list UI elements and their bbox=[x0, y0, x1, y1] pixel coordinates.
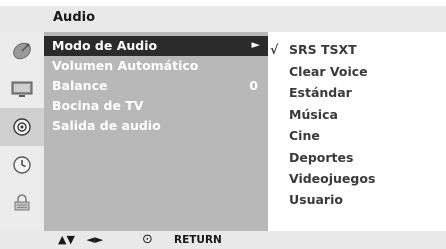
lock-option-icon bbox=[14, 194, 30, 211]
option-label: Estándar bbox=[289, 85, 352, 100]
navigation-arrows: ▲▼ ◄► bbox=[58, 233, 103, 246]
option-label: Usuario bbox=[289, 192, 343, 207]
option-clear-voice[interactable]: Clear Voice bbox=[268, 62, 446, 82]
sidebar-item-option[interactable] bbox=[0, 184, 44, 222]
tv-picture-icon bbox=[11, 81, 33, 97]
osd-screen: Audio Modo de Audio ► Volumen Automático… bbox=[0, 0, 446, 249]
option-estandar[interactable]: Estándar bbox=[268, 83, 446, 103]
option-label: SRS TSXT bbox=[289, 42, 357, 57]
option-srs-tsxt[interactable]: √ SRS TSXT bbox=[268, 40, 446, 60]
option-cine[interactable]: Cine bbox=[268, 126, 446, 146]
sidebar-item-time[interactable] bbox=[0, 146, 44, 184]
speaker-audio-icon bbox=[13, 118, 31, 136]
option-deportes[interactable]: Deportes bbox=[268, 148, 446, 168]
menu-item-label: Volumen Automático bbox=[52, 58, 199, 73]
menu-item-volumen-automatico[interactable]: Volumen Automático bbox=[44, 56, 268, 76]
audio-mode-options-panel: √ SRS TSXT Clear Voice Estándar Música C… bbox=[268, 32, 446, 231]
up-down-arrows-icon: ▲▼ bbox=[58, 233, 75, 246]
option-label: Deportes bbox=[289, 150, 354, 165]
menu-item-salida-de-audio[interactable]: Salida de audio bbox=[44, 116, 268, 136]
sidebar-item-picture[interactable] bbox=[0, 70, 44, 108]
option-label: Clear Voice bbox=[289, 64, 368, 79]
menu-title: Audio bbox=[53, 10, 96, 25]
sidebar-item-audio[interactable] bbox=[0, 108, 44, 146]
left-right-arrows-icon: ◄► bbox=[86, 233, 104, 246]
option-usuario[interactable]: Usuario bbox=[268, 190, 446, 210]
option-label: Música bbox=[289, 107, 338, 122]
ok-button-icon: ⊙ bbox=[142, 232, 153, 247]
category-icon-column bbox=[0, 32, 44, 231]
menu-item-label: Salida de audio bbox=[52, 118, 161, 133]
menu-item-label: Modo de Audio bbox=[52, 38, 158, 53]
menu-item-bocina-de-tv[interactable]: Bocina de TV bbox=[44, 96, 268, 116]
menu-item-label: Bocina de TV bbox=[52, 98, 144, 113]
sidebar-item-channel[interactable] bbox=[0, 32, 44, 70]
option-videojuegos[interactable]: Videojuegos bbox=[268, 169, 446, 189]
balance-value: 0 bbox=[249, 78, 258, 93]
return-hint: RETURN bbox=[174, 234, 222, 246]
menu-item-modo-de-audio[interactable]: Modo de Audio ► bbox=[44, 36, 268, 56]
audio-menu-panel: Modo de Audio ► Volumen Automático Balan… bbox=[44, 32, 268, 231]
option-label: Videojuegos bbox=[289, 171, 376, 186]
option-label: Cine bbox=[289, 128, 320, 143]
menu-item-label: Balance bbox=[52, 78, 108, 93]
title-bar: Audio bbox=[0, 6, 446, 32]
navigation-hint-bar: ▲▼ ◄► ⊙ RETURN bbox=[0, 231, 446, 249]
clock-time-icon bbox=[13, 156, 31, 174]
check-mark-icon: √ bbox=[270, 42, 279, 57]
submenu-arrow-icon: ► bbox=[251, 38, 260, 51]
satellite-dish-icon bbox=[13, 42, 31, 60]
option-musica[interactable]: Música bbox=[268, 105, 446, 125]
menu-item-balance[interactable]: Balance 0 bbox=[44, 76, 268, 96]
